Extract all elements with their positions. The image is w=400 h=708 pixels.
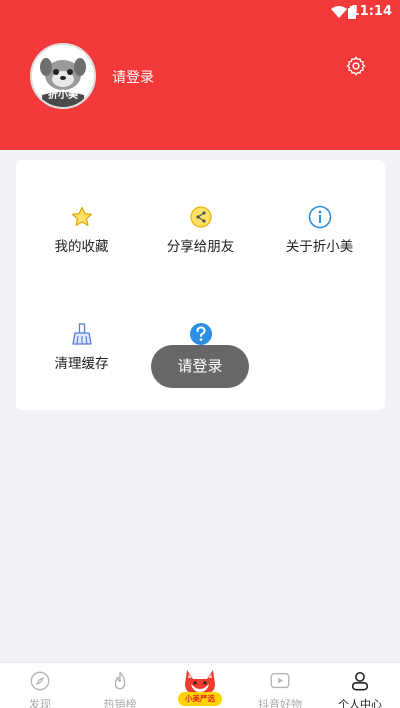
menu-item-about[interactable]: 关于折小美 (258, 205, 381, 255)
gear-icon[interactable] (345, 55, 367, 77)
flame-icon (114, 671, 126, 690)
login-link[interactable]: 请登录 (112, 67, 154, 87)
tab-discover[interactable]: 发现 (0, 663, 80, 708)
menu-item-clear-cache[interactable]: 清理缓存 (20, 322, 143, 372)
info-icon (308, 205, 331, 229)
tab-featured[interactable]: 小美严选 (178, 668, 222, 706)
wifi-icon (331, 6, 347, 18)
menu-item-label: 我的收藏 (54, 239, 109, 255)
tab-label: 热销榜 (103, 698, 137, 708)
toast-message: 请登录 (151, 345, 249, 388)
avatar[interactable]: 折小美 (30, 43, 96, 109)
person-icon (351, 671, 369, 691)
status-time: 11:14 (350, 4, 392, 19)
menu-item-label: 清理缓存 (54, 356, 109, 372)
tab-label: 抖音好物 (258, 698, 302, 708)
tab-hot-sales[interactable]: 热销榜 (80, 663, 160, 708)
compass-icon (30, 671, 50, 691)
avatar-brand-text: 折小美 (48, 90, 78, 101)
featured-tab-label: 小美严选 (178, 692, 222, 706)
menu-item-favorites[interactable]: 我的收藏 (20, 205, 143, 255)
profile-header: 折小美 请登录 (0, 24, 400, 150)
menu-item-share[interactable]: 分享给朋友 (139, 205, 262, 255)
share-icon (189, 206, 212, 228)
status-bar: 11:14 (0, 0, 400, 24)
menu-item-label: 分享给朋友 (166, 239, 235, 255)
star-icon (71, 206, 92, 226)
tab-label: 发现 (29, 698, 51, 708)
broom-icon (71, 323, 92, 345)
menu-item-label: 关于折小美 (285, 239, 354, 255)
help-icon (189, 323, 212, 345)
tab-douyin-goods[interactable]: 抖音好物 (240, 663, 320, 708)
tab-label: 个人中心 (338, 698, 382, 708)
video-icon (270, 672, 290, 689)
tab-profile[interactable]: 个人中心 (320, 663, 400, 708)
